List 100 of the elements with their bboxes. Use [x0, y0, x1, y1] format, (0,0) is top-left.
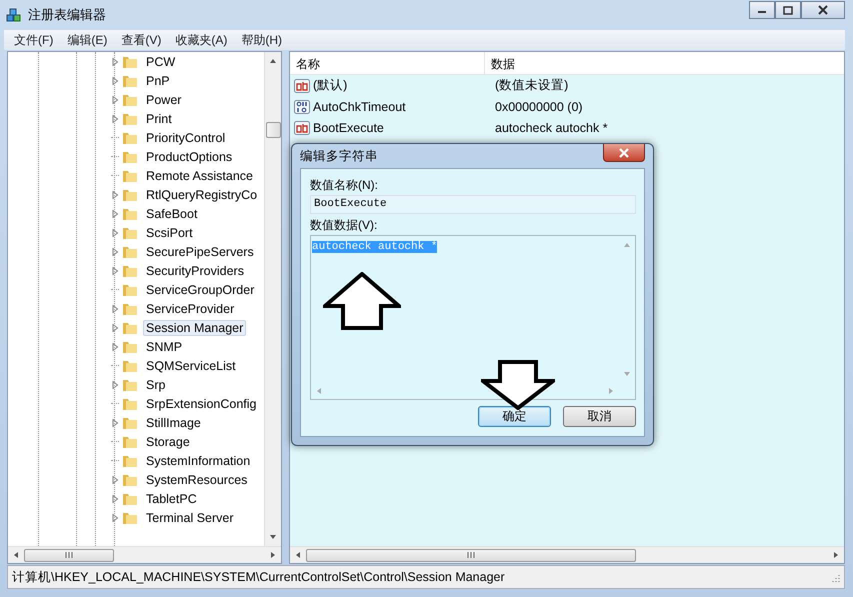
window-title: 注册表编辑器: [28, 6, 106, 24]
folder-icon: [122, 282, 138, 296]
scroll-up-icon[interactable]: [269, 57, 277, 65]
expand-arrow-icon[interactable]: [111, 210, 119, 218]
horizontal-scrollbar[interactable]: [290, 546, 844, 563]
horizontal-scrollbar[interactable]: [8, 546, 281, 563]
expand-arrow-icon[interactable]: [111, 342, 119, 350]
value-name[interactable]: BootExecute: [313, 120, 384, 134]
folder-icon: [122, 112, 138, 126]
expand-arrow-icon[interactable]: [111, 96, 119, 104]
folder-icon: [122, 378, 138, 392]
maximize-icon: [783, 6, 793, 14]
tree-item[interactable]: RtlQueryRegistryCo: [143, 186, 260, 202]
scroll-thumb[interactable]: [266, 122, 280, 138]
tree-item[interactable]: TabletPC: [143, 490, 200, 506]
expand-arrow-icon[interactable]: [111, 114, 119, 122]
tree-item[interactable]: ProductOptions: [143, 148, 236, 164]
tree-item[interactable]: Power: [143, 92, 184, 108]
value-name[interactable]: (默认): [313, 77, 348, 94]
tree-item[interactable]: PriorityControl: [143, 130, 228, 146]
menu-item[interactable]: 编辑(E): [65, 32, 110, 48]
tree-item[interactable]: ServiceGroupOrder: [143, 282, 258, 298]
selected-text: autocheck autochk *: [312, 241, 438, 253]
tree-item[interactable]: Session Manager: [143, 320, 246, 336]
tree-item[interactable]: SystemInformation: [143, 452, 254, 468]
registry-cubes-icon: [6, 7, 22, 23]
expand-arrow-icon[interactable]: [111, 514, 119, 522]
scroll-left-icon[interactable]: [12, 551, 20, 559]
tree-item[interactable]: Terminal Server: [143, 510, 237, 526]
name-field[interactable]: BootExecute: [310, 195, 636, 214]
tree-item[interactable]: SafeBoot: [143, 206, 200, 222]
menu-item[interactable]: 帮助(H): [239, 32, 284, 48]
expand-arrow-icon[interactable]: [111, 190, 119, 198]
folder-icon: [122, 416, 138, 430]
expand-arrow-icon[interactable]: [111, 248, 119, 256]
tree-item[interactable]: PCW: [143, 54, 178, 70]
scroll-right-icon[interactable]: [832, 551, 840, 559]
expand-arrow-icon[interactable]: [111, 324, 119, 332]
tree-item[interactable]: Print: [143, 110, 175, 126]
tree-item[interactable]: PnP: [143, 72, 173, 88]
string-value-icon: [294, 78, 310, 94]
tree-item[interactable]: SystemResources: [143, 472, 250, 488]
folder-icon: [122, 150, 138, 164]
tree-item[interactable]: ServiceProvider: [143, 300, 238, 316]
value-data: (数值未设置): [494, 77, 568, 94]
folder-icon: [122, 226, 138, 240]
folder-icon: [122, 130, 138, 144]
close-button[interactable]: [801, 1, 845, 19]
grip-icon: [64, 552, 74, 558]
tree-item[interactable]: SecurePipeServers: [143, 244, 257, 260]
tree-item[interactable]: SecurityProviders: [143, 262, 247, 278]
menu-item[interactable]: 文件(F): [12, 32, 56, 48]
vertical-scrollbar[interactable]: [264, 52, 281, 546]
expand-arrow-icon[interactable]: [111, 476, 119, 484]
menu-item[interactable]: 查看(V): [119, 32, 164, 48]
minimize-button[interactable]: [749, 1, 775, 19]
expand-arrow-icon[interactable]: [111, 228, 119, 236]
folder-icon: [122, 510, 138, 524]
folder-icon: [122, 454, 138, 468]
binary-value-icon: [294, 98, 310, 114]
tree-item[interactable]: Storage: [143, 434, 193, 450]
tree-item[interactable]: Remote Assistance: [143, 168, 256, 184]
scroll-thumb[interactable]: [306, 548, 636, 562]
resize-grip-icon[interactable]: [830, 572, 840, 582]
scroll-thumb[interactable]: [24, 548, 114, 562]
field-label: 数值名称(N):: [310, 177, 379, 194]
column-header[interactable]: 数据: [485, 52, 844, 74]
expand-arrow-icon[interactable]: [111, 58, 119, 66]
expand-arrow-icon[interactable]: [111, 418, 119, 426]
cancel-button[interactable]: 取消: [563, 406, 636, 427]
tree-item[interactable]: ScsiPort: [143, 224, 196, 240]
scroll-down-icon[interactable]: [269, 533, 277, 541]
expand-arrow-icon[interactable]: [111, 380, 119, 388]
folder-icon: [122, 206, 138, 220]
expand-arrow-icon[interactable]: [111, 266, 119, 274]
close-icon: [619, 148, 629, 158]
tree-item[interactable]: SQMServiceList: [143, 358, 239, 374]
value-data: autocheck autochk *: [494, 120, 608, 134]
folder-icon: [122, 358, 138, 372]
expand-arrow-icon[interactable]: [111, 304, 119, 312]
scroll-left-icon[interactable]: [294, 551, 302, 559]
menu-item[interactable]: 收藏夹(A): [173, 32, 230, 48]
folder-icon: [122, 92, 138, 106]
folder-icon: [122, 264, 138, 278]
column-header[interactable]: 名称: [290, 52, 485, 74]
status-path: 计算机\HKEY_LOCAL_MACHINE\SYSTEM\CurrentControlSet\Control\Session Manager: [12, 568, 505, 586]
tree-item[interactable]: SrpExtensionConfig: [143, 396, 260, 412]
tree-item[interactable]: StillImage: [143, 414, 204, 430]
close-button[interactable]: [603, 144, 645, 162]
expand-arrow-icon[interactable]: [111, 494, 119, 502]
folder-icon: [122, 244, 138, 258]
value-name[interactable]: AutoChkTimeout: [313, 100, 406, 114]
folder-icon: [122, 54, 138, 68]
scroll-right-icon[interactable]: [269, 551, 277, 559]
expand-arrow-icon[interactable]: [111, 76, 119, 84]
maximize-button[interactable]: [775, 1, 801, 19]
ok-button[interactable]: 确定: [478, 406, 551, 427]
close-icon: [818, 5, 828, 15]
tree-item[interactable]: Srp: [143, 376, 168, 392]
tree-item[interactable]: SNMP: [143, 338, 186, 354]
